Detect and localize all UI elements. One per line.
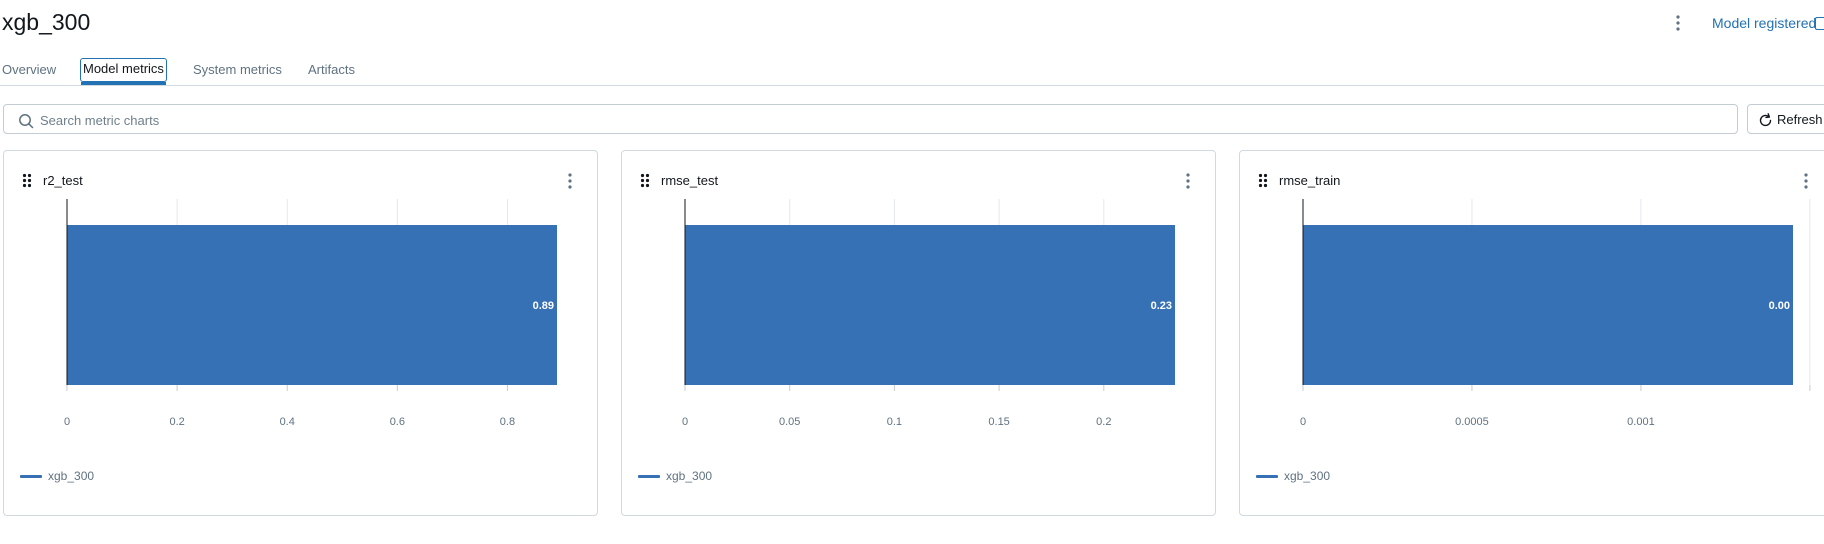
bar-chart: 0 0.2 0.4 0.6 0.8 0.89 — [64, 199, 557, 428]
data-label: 0.00 — [1769, 300, 1790, 312]
bar — [67, 225, 557, 385]
more-options-icon[interactable] — [1672, 12, 1684, 34]
tick-label: 0.4 — [280, 416, 295, 428]
legend-label: xgb_300 — [666, 469, 713, 483]
legend-swatch — [1256, 475, 1278, 478]
tick-label: 0.2 — [1096, 416, 1111, 428]
bar — [1303, 225, 1793, 385]
bar-chart: 0 0.0005 0.001 0.00 — [1300, 199, 1811, 428]
legend-swatch — [20, 475, 42, 478]
metric-chart-card: rmse_test 0 0.05 0.1 0.15 0.2 0.23 xgb_300 — [621, 150, 1216, 516]
tick-label: 0.2 — [169, 416, 184, 428]
search-input[interactable] — [40, 110, 1720, 130]
tick-label: 0.0005 — [1455, 416, 1489, 428]
bar-chart: 0 0.05 0.1 0.15 0.2 0.23 — [682, 199, 1175, 428]
refresh-icon — [1759, 113, 1772, 127]
model-registered-link[interactable]: Model registered — [1712, 15, 1816, 31]
tick-label: 0.6 — [390, 416, 405, 428]
refresh-label: Refresh — [1777, 112, 1823, 127]
tick-label: 0 — [64, 416, 70, 428]
tick-label: 0 — [1300, 416, 1306, 428]
legend-swatch — [638, 475, 660, 478]
tick-label: 0 — [682, 416, 688, 428]
search-box — [3, 104, 1738, 134]
data-label: 0.23 — [1151, 300, 1172, 312]
tab-artifacts[interactable]: Artifacts — [308, 62, 355, 77]
tick-label: 0.1 — [887, 416, 902, 428]
tick-label: 0.15 — [988, 416, 1009, 428]
model-icon[interactable] — [1815, 17, 1824, 30]
run-title: xgb_300 — [2, 9, 91, 35]
refresh-button[interactable]: Refresh — [1747, 104, 1824, 134]
tab-system-metrics[interactable]: System metrics — [193, 62, 282, 77]
bar — [685, 225, 1175, 385]
tab-overview[interactable]: Overview — [2, 62, 56, 77]
tab-bar: Overview Model metrics System metrics Ar… — [0, 58, 1824, 86]
legend-label: xgb_300 — [48, 469, 95, 483]
search-icon — [19, 114, 34, 129]
legend-label: xgb_300 — [1284, 469, 1331, 483]
data-label: 0.89 — [533, 300, 554, 312]
metric-chart-card: r2_test 0 0.2 0.4 0.6 0.8 0.89 xgb_300 — [3, 150, 598, 516]
tick-label: 0.05 — [779, 416, 800, 428]
metric-chart-card: rmse_train 0 0.0005 0.001 0.00 xgb_300 — [1239, 150, 1824, 516]
tick-label: 0.8 — [500, 416, 515, 428]
tick-label: 0.001 — [1627, 416, 1655, 428]
tab-model-metrics[interactable]: Model metrics — [80, 58, 167, 85]
